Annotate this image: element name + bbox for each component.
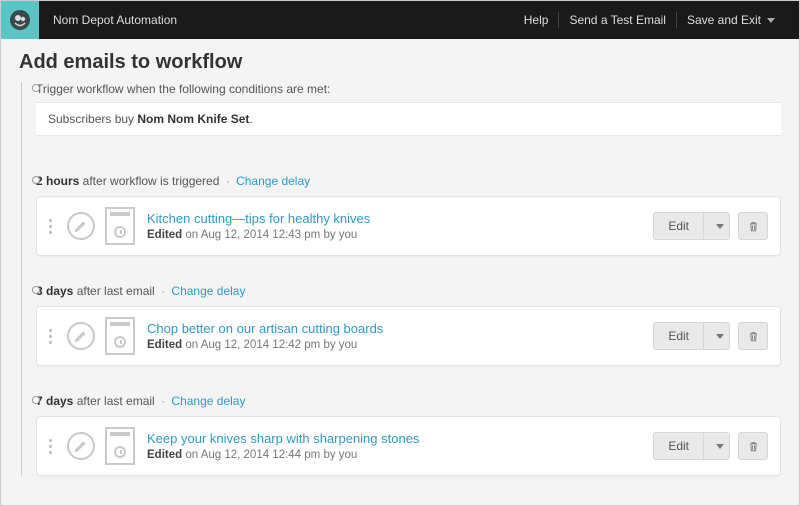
pencil-circle-icon[interactable]: [67, 322, 95, 350]
edit-button-group: Edit: [653, 432, 730, 460]
delete-button[interactable]: [738, 432, 768, 460]
email-card: Keep your knives sharp with sharpening s…: [36, 416, 781, 476]
card-actions: Edit: [653, 432, 768, 460]
page: Add emails to workflow Trigger workflow …: [1, 39, 799, 476]
separator-dot: ·: [161, 394, 165, 408]
delete-button[interactable]: [738, 322, 768, 350]
separator-dot: ·: [226, 174, 230, 188]
spacer: [36, 136, 781, 174]
email-card-body: Kitchen cutting—tips for healthy knives …: [147, 211, 653, 241]
card-actions: Edit: [653, 212, 768, 240]
meta-rest: on Aug 12, 2014 12:42 pm by you: [182, 339, 357, 351]
workflow-step: 7 days after last email · Change delay K…: [36, 394, 781, 476]
trash-icon: [747, 330, 760, 343]
timeline-node-icon: [32, 396, 40, 404]
edit-button[interactable]: Edit: [653, 432, 704, 460]
top-links: Help Send a Test Email Save and Exit: [514, 12, 799, 28]
trash-icon: [747, 440, 760, 453]
delay-bold: 7 days: [36, 394, 73, 408]
edit-button[interactable]: Edit: [653, 212, 704, 240]
chevron-down-icon: [716, 444, 724, 449]
condition-product: Nom Nom Knife Set: [137, 112, 249, 126]
trigger-section: Trigger workflow when the following cond…: [36, 82, 781, 174]
condition-prefix: Subscribers buy: [48, 112, 137, 126]
drag-handle-icon[interactable]: [49, 329, 57, 344]
drag-handle-icon[interactable]: [49, 219, 57, 234]
email-meta: Edited on Aug 12, 2014 12:44 pm by you: [147, 449, 653, 461]
email-card-body: Chop better on our artisan cutting board…: [147, 321, 653, 351]
edit-dropdown-button[interactable]: [704, 212, 730, 240]
send-test-email-link[interactable]: Send a Test Email: [558, 12, 676, 28]
trash-icon: [747, 220, 760, 233]
change-delay-link[interactable]: Change delay: [171, 284, 245, 298]
drag-handle-icon[interactable]: [49, 439, 57, 454]
save-and-exit-label: Save and Exit: [687, 13, 761, 27]
edit-button-group: Edit: [653, 322, 730, 350]
edit-button[interactable]: Edit: [653, 322, 704, 350]
step-delay-header: 7 days after last email · Change delay: [36, 394, 781, 408]
email-card: Chop better on our artisan cutting board…: [36, 306, 781, 366]
page-title: Add emails to workflow: [19, 51, 781, 74]
pencil-circle-icon[interactable]: [67, 212, 95, 240]
change-delay-link[interactable]: Change delay: [236, 174, 310, 188]
delay-rest: after last email: [73, 284, 154, 298]
topbar: Nom Depot Automation Help Send a Test Em…: [1, 1, 799, 39]
timeline-node-icon: [32, 84, 40, 92]
step-delay-header: 2 hours after workflow is triggered · Ch…: [36, 174, 781, 188]
workflow-step: 2 hours after workflow is triggered · Ch…: [36, 174, 781, 256]
delay-bold: 2 hours: [36, 174, 79, 188]
meta-rest: on Aug 12, 2014 12:43 pm by you: [182, 229, 357, 241]
meta-rest: on Aug 12, 2014 12:44 pm by you: [182, 449, 357, 461]
workflow-step: 3 days after last email · Change delay C…: [36, 284, 781, 366]
timeline: Trigger workflow when the following cond…: [21, 82, 781, 476]
chevron-down-icon: [716, 334, 724, 339]
change-delay-link[interactable]: Change delay: [171, 394, 245, 408]
meta-bold: Edited: [147, 449, 182, 461]
chevron-down-icon: [716, 224, 724, 229]
delay-rest: after workflow is triggered: [79, 174, 219, 188]
mailchimp-logo-icon[interactable]: [1, 1, 39, 39]
delay-bold: 3 days: [36, 284, 73, 298]
pencil-circle-icon[interactable]: [67, 432, 95, 460]
email-meta: Edited on Aug 12, 2014 12:43 pm by you: [147, 229, 653, 241]
timeline-node-icon: [32, 286, 40, 294]
timeline-node-icon: [32, 176, 40, 184]
email-thumbnail-icon: [105, 207, 135, 245]
step-delay-header: 3 days after last email · Change delay: [36, 284, 781, 298]
help-link[interactable]: Help: [514, 12, 559, 28]
condition-suffix: .: [249, 112, 252, 126]
card-actions: Edit: [653, 322, 768, 350]
email-title-link[interactable]: Chop better on our artisan cutting board…: [147, 321, 653, 336]
email-title-link[interactable]: Keep your knives sharp with sharpening s…: [147, 431, 653, 446]
email-card: Kitchen cutting—tips for healthy knives …: [36, 196, 781, 256]
meta-bold: Edited: [147, 339, 182, 351]
email-card-body: Keep your knives sharp with sharpening s…: [147, 431, 653, 461]
edit-dropdown-button[interactable]: [704, 322, 730, 350]
email-title-link[interactable]: Kitchen cutting—tips for healthy knives: [147, 211, 653, 226]
trigger-label: Trigger workflow when the following cond…: [36, 82, 781, 96]
email-thumbnail-icon: [105, 427, 135, 465]
meta-bold: Edited: [147, 229, 182, 241]
save-and-exit-link[interactable]: Save and Exit: [676, 12, 785, 28]
edit-button-group: Edit: [653, 212, 730, 240]
delay-rest: after last email: [73, 394, 154, 408]
chevron-down-icon: [767, 18, 775, 23]
trigger-condition-box: Subscribers buy Nom Nom Knife Set.: [36, 102, 781, 136]
delete-button[interactable]: [738, 212, 768, 240]
edit-dropdown-button[interactable]: [704, 432, 730, 460]
email-meta: Edited on Aug 12, 2014 12:42 pm by you: [147, 339, 653, 351]
separator-dot: ·: [161, 284, 165, 298]
email-thumbnail-icon: [105, 317, 135, 355]
app-title: Nom Depot Automation: [39, 13, 514, 27]
